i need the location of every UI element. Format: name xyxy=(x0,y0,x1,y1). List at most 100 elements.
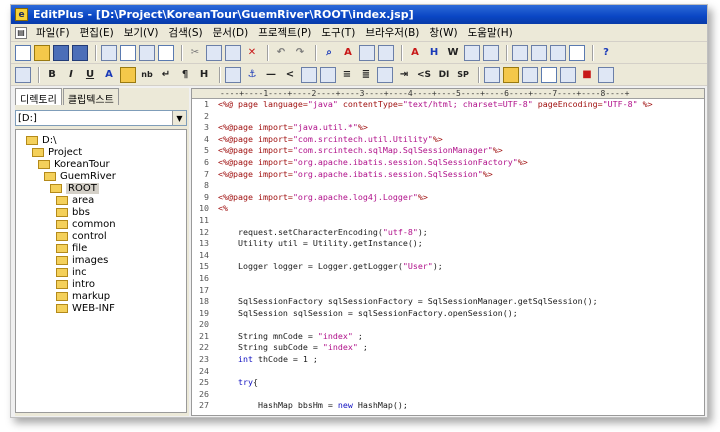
italic-button[interactable]: I xyxy=(63,67,79,83)
underline-button[interactable]: U xyxy=(82,67,98,83)
font-color-button[interactable]: A xyxy=(101,67,117,83)
word-wrap-icon[interactable]: W xyxy=(445,45,461,61)
find-icon[interactable]: ⌕ xyxy=(321,45,337,61)
form-icon[interactable] xyxy=(484,66,500,83)
image-icon[interactable] xyxy=(225,66,241,83)
tree-item[interactable]: images xyxy=(16,254,186,266)
line-number-icon[interactable] xyxy=(464,44,480,61)
tree-item[interactable]: Project xyxy=(16,146,186,158)
code-line[interactable]: 1 <%@ page language="java" contentType="t… xyxy=(192,99,704,111)
tree-item[interactable]: GuemRiver xyxy=(16,170,186,182)
tree-item[interactable]: bbs xyxy=(16,206,186,218)
code-line[interactable]: 4 <%@page import="com.srcintech.util.Util… xyxy=(192,134,704,146)
emoticon-icon[interactable] xyxy=(120,66,136,83)
code-line[interactable]: 27 HashMap bbsHm = new HashMap(); xyxy=(192,400,704,412)
span-button[interactable]: SP xyxy=(455,67,471,83)
tree-item[interactable]: WEB-INF xyxy=(16,302,186,314)
menu-tools[interactable]: 도구(T) xyxy=(316,25,360,40)
center-icon[interactable]: ≣ xyxy=(358,67,374,83)
output-window-icon[interactable] xyxy=(550,44,566,61)
paragraph-button[interactable]: ¶ xyxy=(177,67,193,83)
font-icon[interactable]: A xyxy=(407,45,423,61)
pre-icon[interactable] xyxy=(377,66,393,83)
menu-view[interactable]: 보기(V) xyxy=(119,25,164,40)
open-folder-icon[interactable] xyxy=(34,44,50,61)
cliptext-window-icon[interactable] xyxy=(531,44,547,61)
strike-button[interactable]: <S xyxy=(415,67,433,83)
undo-icon[interactable]: ↶ xyxy=(273,45,289,61)
save-all-icon[interactable] xyxy=(72,44,88,61)
code-line[interactable]: 17 xyxy=(192,285,704,297)
code-line[interactable]: 14 xyxy=(192,250,704,262)
anchor-icon[interactable]: ⚓ xyxy=(244,67,260,83)
code-line[interactable]: 24 xyxy=(192,366,704,378)
code-line[interactable]: 20 xyxy=(192,319,704,331)
find-in-files-icon[interactable] xyxy=(359,44,375,61)
tree-item[interactable]: KoreanTour xyxy=(16,158,186,170)
frame-icon[interactable] xyxy=(560,66,576,83)
code-line[interactable]: 23 int thCode = 1 ; xyxy=(192,354,704,366)
code-line[interactable]: 22 String subCode = "index" ; xyxy=(192,342,704,354)
tree-item[interactable]: inc xyxy=(16,266,186,278)
code-editor[interactable]: ----+----1----+----2----+----3----+----4… xyxy=(191,88,705,416)
indent-icon[interactable]: ⇥ xyxy=(396,67,412,83)
bold-button[interactable]: B xyxy=(44,67,60,83)
menu-file[interactable]: 파일(F) xyxy=(31,25,75,40)
delete-icon[interactable]: ✕ xyxy=(244,45,260,61)
select-icon[interactable] xyxy=(541,66,557,83)
code-line[interactable]: 12 request.setCharacterEncoding("utf-8")… xyxy=(192,227,704,239)
code-line[interactable]: 2 xyxy=(192,111,704,123)
code-line[interactable]: 21 String mnCode = "index" ; xyxy=(192,331,704,343)
goto-icon[interactable] xyxy=(378,44,394,61)
cut-icon[interactable]: ✂ xyxy=(187,45,203,61)
redo-icon[interactable]: ↷ xyxy=(292,45,308,61)
code-area[interactable]: 1 <%@ page language="java" contentType="t… xyxy=(192,99,704,412)
menu-project[interactable]: 프로젝트(P) xyxy=(253,25,316,40)
line-break-button[interactable]: ↵ xyxy=(158,67,174,83)
html-toolbar-toggle-icon[interactable] xyxy=(15,66,31,83)
code-line[interactable]: 19 SqlSession sqlSession = sqlSessionFac… xyxy=(192,308,704,320)
div-button[interactable]: DI xyxy=(436,67,452,83)
tree-item[interactable]: file xyxy=(16,242,186,254)
code-line[interactable]: 10 <% xyxy=(192,203,704,215)
tree-item[interactable]: markup xyxy=(16,290,186,302)
help-icon[interactable]: ? xyxy=(598,45,614,61)
code-line[interactable]: 15 Logger logger = Logger.getLogger("Use… xyxy=(192,261,704,273)
save-icon[interactable] xyxy=(53,44,69,61)
drive-select[interactable]: [D:] ▼ xyxy=(15,110,187,126)
paste-icon[interactable] xyxy=(225,44,241,61)
code-line[interactable]: 6 <%@page import="org.apache.ibatis.sessi… xyxy=(192,157,704,169)
textarea-icon[interactable] xyxy=(522,66,538,83)
list-icon[interactable] xyxy=(301,66,317,83)
menu-document[interactable]: 문서(D) xyxy=(208,25,254,40)
tree-item[interactable]: ROOT xyxy=(16,182,186,194)
code-line[interactable]: 8 xyxy=(192,180,704,192)
chevron-down-icon[interactable]: ▼ xyxy=(172,111,186,125)
directory-window-icon[interactable] xyxy=(512,44,528,61)
menu-help[interactable]: 도움말(H) xyxy=(463,25,518,40)
preview-icon[interactable] xyxy=(598,66,614,83)
browser-icon[interactable] xyxy=(569,44,585,61)
code-line[interactable]: 16 xyxy=(192,273,704,285)
code-line[interactable]: 7 <%@page import="org.apache.ibatis.sessi… xyxy=(192,169,704,181)
menu-search[interactable]: 검색(S) xyxy=(163,25,207,40)
color-picker-icon[interactable]: ■ xyxy=(579,67,595,83)
nbsp-button[interactable]: nb xyxy=(139,67,155,83)
table-icon[interactable] xyxy=(320,66,336,83)
code-line[interactable]: 3 <%@page import="java.util.*"%> xyxy=(192,122,704,134)
comment-icon[interactable]: < xyxy=(282,67,298,83)
align-icon[interactable]: ≡ xyxy=(339,67,355,83)
tree-item[interactable]: D:\ xyxy=(16,134,186,146)
code-line[interactable]: 18 SqlSessionFactory sqlSessionFactory =… xyxy=(192,296,704,308)
code-line[interactable]: 25 try{ xyxy=(192,377,704,389)
new-file-icon[interactable] xyxy=(15,44,31,61)
properties-icon[interactable] xyxy=(158,44,174,61)
menu-browser[interactable]: 브라우저(B) xyxy=(360,25,424,40)
replace-icon[interactable]: A xyxy=(340,45,356,61)
ruler-icon[interactable] xyxy=(483,44,499,61)
menu-edit[interactable]: 편집(E) xyxy=(75,25,119,40)
tab-directory[interactable]: 디렉토리 xyxy=(15,88,62,106)
input-icon[interactable] xyxy=(503,66,519,83)
spell-check-icon[interactable] xyxy=(139,44,155,61)
print-icon[interactable] xyxy=(101,44,117,61)
